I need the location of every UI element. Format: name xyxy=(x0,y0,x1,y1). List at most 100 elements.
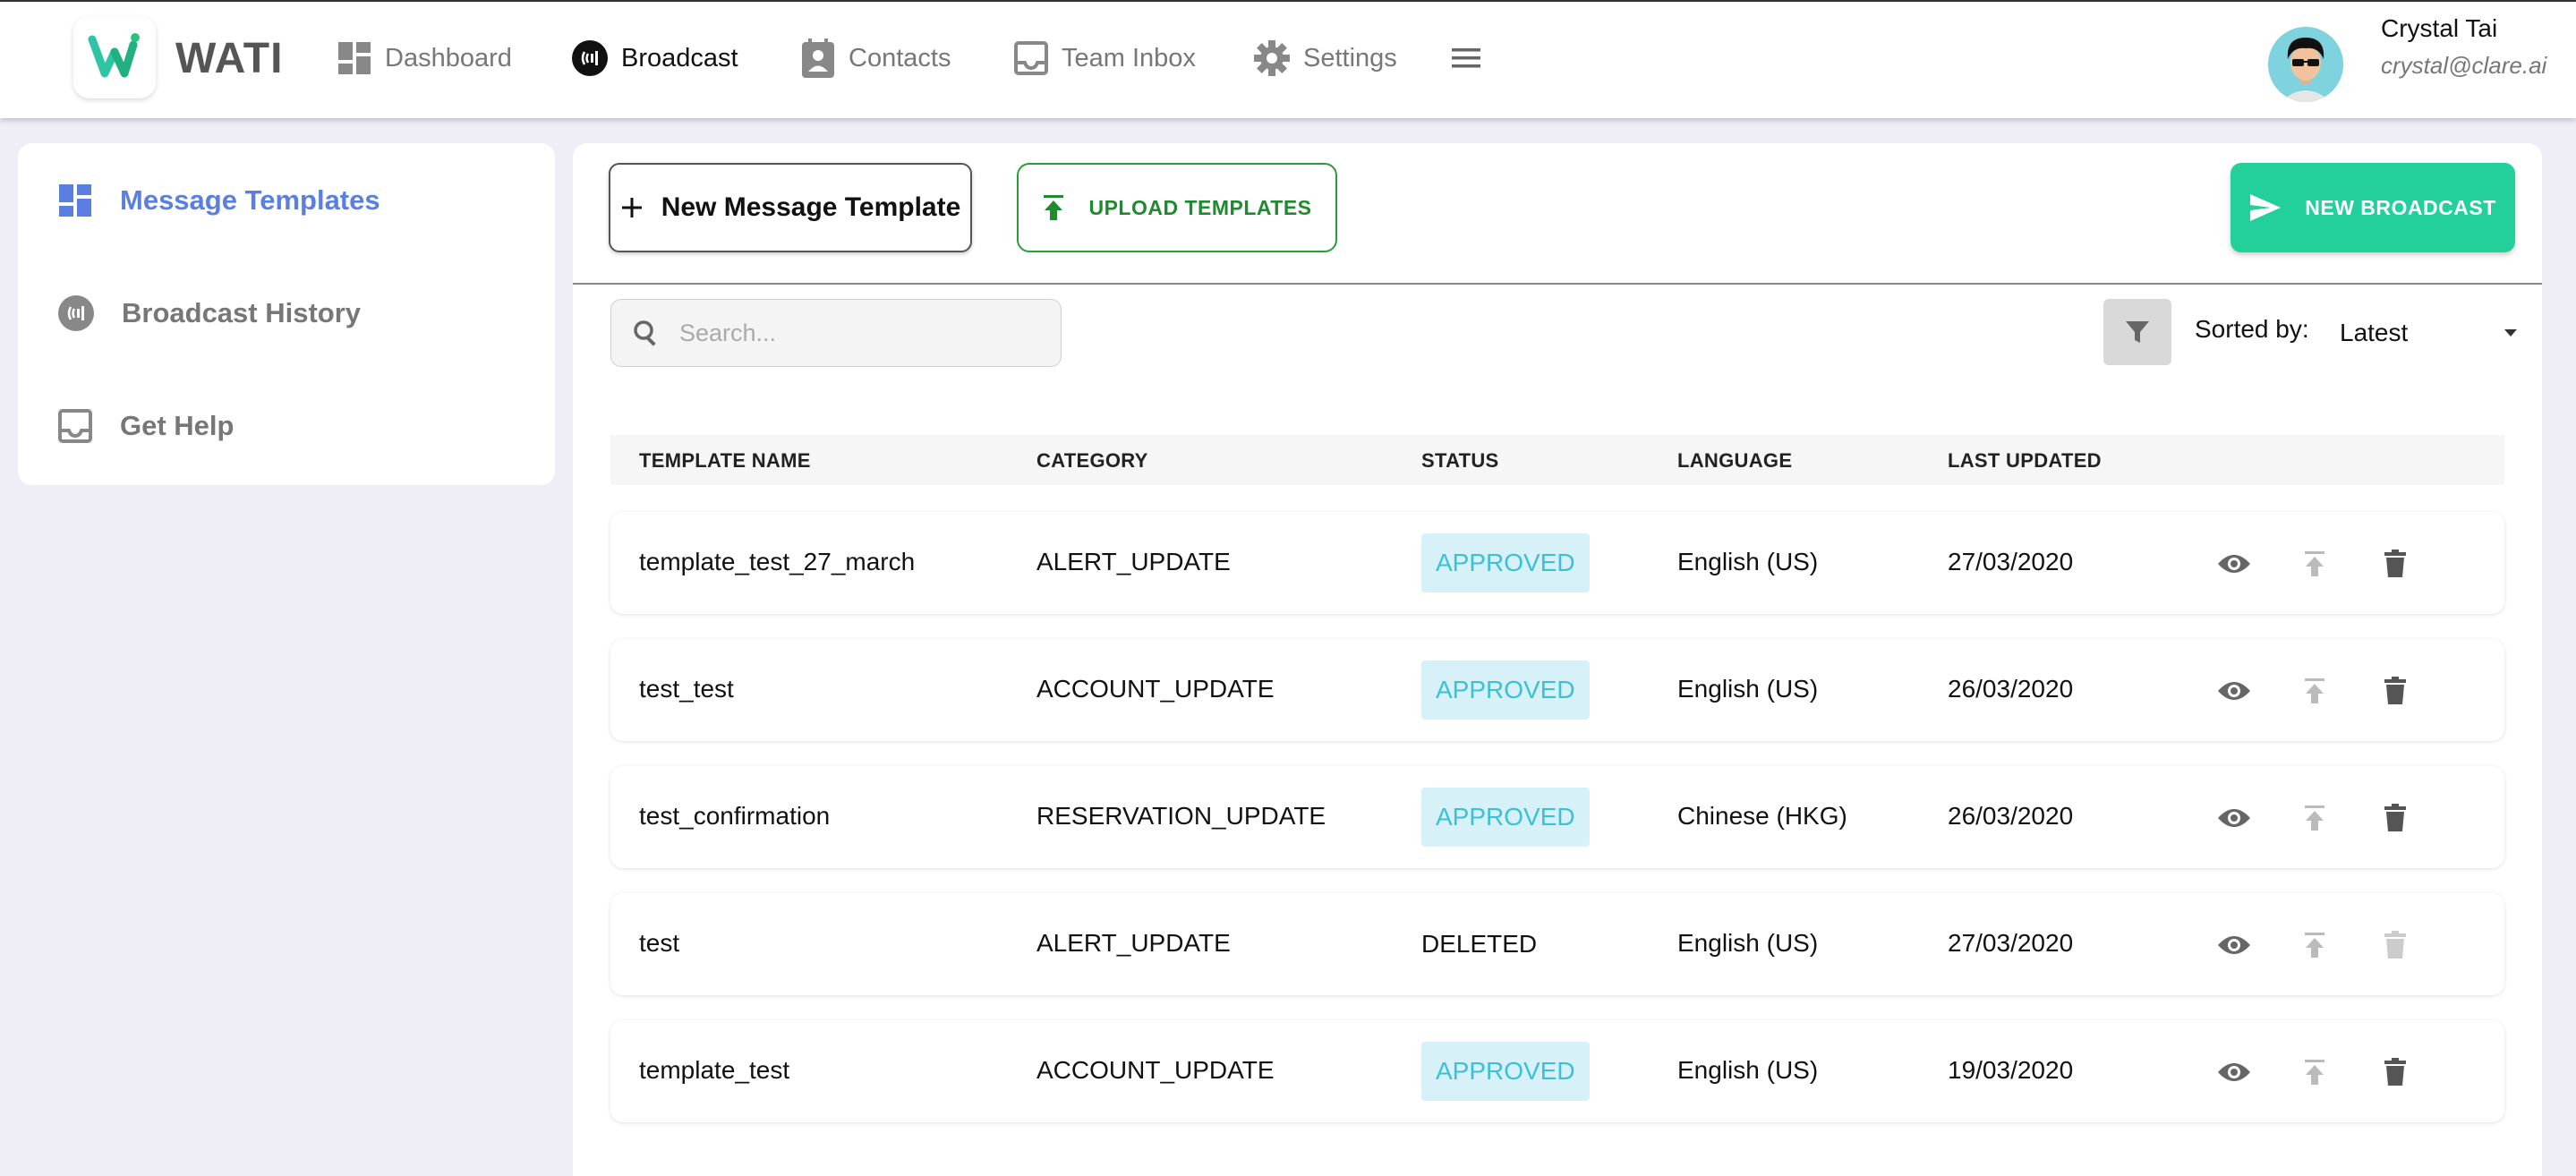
sort-label: Sorted by: xyxy=(2195,315,2309,343)
caret-down-icon xyxy=(2504,329,2517,337)
view-template-eye-icon[interactable] xyxy=(2216,673,2252,709)
submit-template-upload-icon[interactable] xyxy=(2297,673,2333,709)
delete-template-trash-icon[interactable] xyxy=(2377,1054,2413,1090)
submit-template-upload-icon[interactable] xyxy=(2297,800,2333,836)
table-header: TEMPLATE NAME CATEGORY STATUS LANGUAGE L… xyxy=(610,435,2504,485)
language-cell: English (US) xyxy=(1677,675,1819,703)
sidebar-item-message-templates[interactable]: Message Templates xyxy=(57,174,380,227)
nav-settings[interactable]: Settings xyxy=(1253,34,1397,82)
nav-team-inbox-label: Team Inbox xyxy=(1062,43,1196,72)
sidebar-item-label: Broadcast History xyxy=(122,297,362,328)
delete-template-trash-icon[interactable] xyxy=(2377,546,2413,582)
template-name-cell: test xyxy=(639,929,680,957)
table-row[interactable]: template_test_27_march ALERT_UPDATE APPR… xyxy=(610,512,2504,614)
new-message-template-button[interactable]: New Message Template xyxy=(609,163,972,252)
sidebar-item-get-help[interactable]: Get Help xyxy=(57,399,234,453)
template-name-cell: test_test xyxy=(639,675,734,703)
template-name-cell: template_test_27_march xyxy=(639,548,916,575)
column-header-language[interactable]: LANGUAGE xyxy=(1677,449,1792,473)
user-email: crystal@clare.ai xyxy=(2381,52,2547,79)
submit-template-upload-icon[interactable] xyxy=(2297,1054,2333,1090)
upload-icon xyxy=(1044,195,1064,220)
last-updated-cell: 27/03/2020 xyxy=(1948,548,2074,575)
column-header-template-name[interactable]: TEMPLATE NAME xyxy=(639,449,811,473)
broadcast-icon xyxy=(58,295,94,331)
wati-logo[interactable] xyxy=(73,16,156,98)
column-header-category[interactable]: CATEGORY xyxy=(1036,449,1148,473)
template-name-cell: template_test xyxy=(639,1056,790,1084)
nav-contacts-label: Contacts xyxy=(849,43,951,72)
broadcast-icon xyxy=(572,40,608,76)
table-row[interactable]: test_test ACCOUNT_UPDATE APPROVED Englis… xyxy=(610,639,2504,741)
table-row[interactable]: test_confirmation RESERVATION_UPDATE APP… xyxy=(610,766,2504,868)
language-cell: English (US) xyxy=(1677,1056,1819,1084)
delete-template-trash-icon-disabled xyxy=(2377,927,2413,963)
new-message-template-label: New Message Template xyxy=(661,192,961,222)
search-icon xyxy=(634,320,656,346)
sidebar: Message Templates Broadcast History Get … xyxy=(18,143,555,485)
gear-icon xyxy=(1254,40,1290,76)
nav-team-inbox[interactable]: Team Inbox xyxy=(1013,34,1196,82)
avatar[interactable] xyxy=(2268,27,2343,102)
new-broadcast-button[interactable]: NEW BROADCAST xyxy=(2231,163,2515,252)
filter-icon xyxy=(2126,321,2149,343)
nav-contacts[interactable]: Contacts xyxy=(800,34,951,82)
category-cell: ACCOUNT_UPDATE xyxy=(1036,1056,1275,1084)
sort-dropdown[interactable]: Latest xyxy=(2340,308,2519,358)
status-badge: APPROVED xyxy=(1421,1042,1590,1101)
last-updated-cell: 26/03/2020 xyxy=(1948,675,2074,703)
delete-template-trash-icon[interactable] xyxy=(2377,673,2413,709)
top-navigation-bar: WATI Dashboard Broadcast Contacts Team I… xyxy=(0,0,2576,118)
language-cell: English (US) xyxy=(1677,929,1819,957)
nav-broadcast-label: Broadcast xyxy=(621,43,738,72)
new-broadcast-label: NEW BROADCAST xyxy=(2305,195,2496,219)
nav-broadcast[interactable]: Broadcast xyxy=(571,34,738,82)
table-row[interactable]: template_test ACCOUNT_UPDATE APPROVED En… xyxy=(610,1020,2504,1122)
column-header-status[interactable]: STATUS xyxy=(1421,449,1499,473)
inbox-icon xyxy=(58,409,92,443)
search-box[interactable] xyxy=(610,299,1062,367)
last-updated-cell: 26/03/2020 xyxy=(1948,802,2074,830)
filter-button[interactable] xyxy=(2103,299,2171,365)
language-cell: Chinese (HKG) xyxy=(1677,802,1847,830)
user-avatar-icon xyxy=(2268,27,2343,102)
upload-templates-button[interactable]: UPLOAD TEMPLATES xyxy=(1017,163,1337,252)
category-cell: ALERT_UPDATE xyxy=(1036,548,1231,575)
table-row[interactable]: test ALERT_UPDATE DELETED English (US) 2… xyxy=(610,893,2504,995)
send-icon xyxy=(2250,194,2282,221)
category-cell: ACCOUNT_UPDATE xyxy=(1036,675,1275,703)
contacts-icon xyxy=(802,38,834,78)
view-template-eye-icon[interactable] xyxy=(2216,927,2252,963)
toolbar-divider xyxy=(573,283,2542,285)
upload-templates-label: UPLOAD TEMPLATES xyxy=(1088,195,1312,219)
nav-settings-label: Settings xyxy=(1303,43,1397,72)
status-badge: DELETED xyxy=(1421,930,1538,958)
column-header-last-updated[interactable]: LAST UPDATED xyxy=(1948,449,2102,473)
submit-template-upload-icon[interactable] xyxy=(2297,927,2333,963)
delete-template-trash-icon[interactable] xyxy=(2377,800,2413,836)
category-cell: RESERVATION_UPDATE xyxy=(1036,802,1326,830)
sidebar-item-broadcast-history[interactable]: Broadcast History xyxy=(57,286,361,340)
category-cell: ALERT_UPDATE xyxy=(1036,929,1231,957)
templates-icon xyxy=(59,184,91,217)
submit-template-upload-icon[interactable] xyxy=(2297,546,2333,582)
inbox-icon xyxy=(1014,41,1048,75)
nav-dashboard-label: Dashboard xyxy=(385,43,512,72)
nav-dashboard[interactable]: Dashboard xyxy=(337,34,512,82)
dashboard-icon xyxy=(338,42,371,74)
view-template-eye-icon[interactable] xyxy=(2216,1054,2252,1090)
plus-icon xyxy=(621,198,642,217)
sidebar-item-label: Message Templates xyxy=(120,184,380,216)
main-panel: New Message Template UPLOAD TEMPLATES NE… xyxy=(573,143,2542,1176)
sidebar-item-label: Get Help xyxy=(120,410,235,441)
search-input[interactable] xyxy=(679,319,1055,347)
menu-hamburger-icon[interactable] xyxy=(1450,45,1482,76)
language-cell: English (US) xyxy=(1677,548,1819,575)
sort-selected-value: Latest xyxy=(2340,319,2409,346)
last-updated-cell: 19/03/2020 xyxy=(1948,1056,2074,1084)
status-badge: APPROVED xyxy=(1421,660,1590,720)
wati-logo-icon xyxy=(88,33,140,78)
view-template-eye-icon[interactable] xyxy=(2216,546,2252,582)
view-template-eye-icon[interactable] xyxy=(2216,800,2252,836)
status-badge: APPROVED xyxy=(1421,533,1590,592)
